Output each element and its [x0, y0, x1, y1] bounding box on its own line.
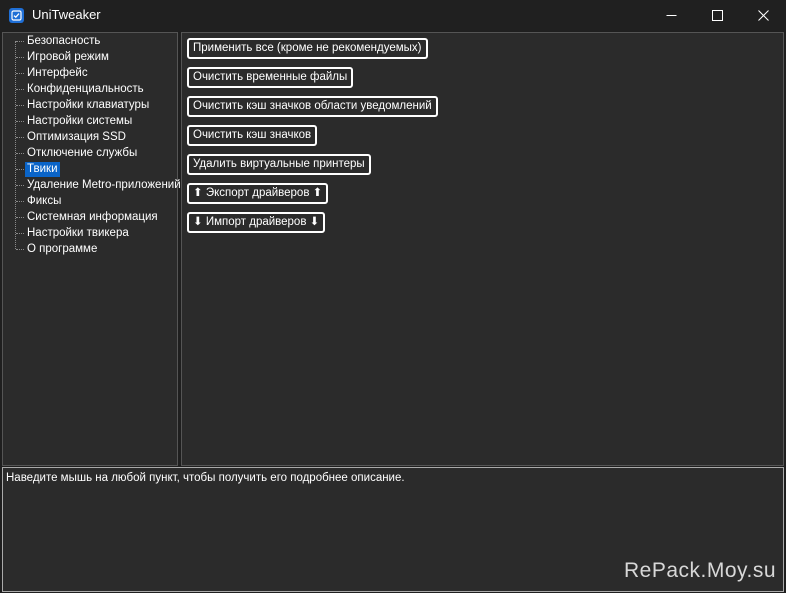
- sidebar-item-interface[interactable]: Интерфейс: [25, 66, 90, 81]
- maximize-button[interactable]: [694, 0, 740, 31]
- tree-branch: [16, 153, 24, 154]
- tree-branch: [16, 201, 24, 202]
- sidebar-item-about[interactable]: О программе: [25, 242, 99, 257]
- title-bar[interactable]: UniTweaker: [0, 0, 786, 31]
- tweaks-panel: Применить все (кроме не рекомендуемых) О…: [181, 32, 784, 466]
- watermark: RePack.Moy.su: [624, 559, 776, 582]
- sidebar-item-disable-services[interactable]: Отключение службы: [25, 146, 139, 161]
- sidebar-item-system-settings[interactable]: Настройки системы: [25, 114, 134, 129]
- checkbox-icon: [9, 8, 24, 23]
- remove-virtual-printers-button[interactable]: Удалить виртуальные принтеры: [187, 154, 371, 175]
- maximize-icon: [712, 10, 723, 21]
- tree-branch: [16, 57, 24, 58]
- tree-branch: [16, 73, 24, 74]
- sidebar-item-remove-metro-apps[interactable]: Удаление Metro-приложений: [25, 178, 183, 193]
- import-drivers-button[interactable]: ⬇ Импорт драйверов ⬇: [187, 212, 326, 233]
- clear-tray-icon-cache-button[interactable]: Очистить кэш значков области уведомлений: [187, 96, 438, 117]
- sidebar-item-game-mode[interactable]: Игровой режим: [25, 50, 111, 65]
- window-title: UniTweaker: [32, 7, 101, 22]
- minimize-button[interactable]: [648, 0, 694, 31]
- sidebar-item-privacy[interactable]: Конфиденциальность: [25, 82, 146, 97]
- tree-branch: [16, 41, 24, 42]
- tree-branch: [16, 233, 24, 234]
- tree-branch: [16, 249, 24, 250]
- sidebar-item-system-info[interactable]: Системная информация: [25, 210, 160, 225]
- clear-temp-files-button[interactable]: Очистить временные файлы: [187, 67, 354, 88]
- tree-branch: [16, 105, 24, 106]
- clear-icon-cache-button[interactable]: Очистить кэш значков: [187, 125, 318, 146]
- apply-all-button[interactable]: Применить все (кроме не рекомендуемых): [187, 38, 428, 59]
- close-icon: [758, 10, 769, 21]
- sidebar-item-tweaks[interactable]: Твики: [25, 162, 60, 177]
- tree-branch: [16, 185, 24, 186]
- sidebar-item-keyboard-settings[interactable]: Настройки клавиатуры: [25, 98, 151, 113]
- sidebar-item-fixes[interactable]: Фиксы: [25, 194, 63, 209]
- export-drivers-button[interactable]: ⬆ Экспорт драйверов ⬆: [187, 183, 329, 204]
- sidebar-item-tweaker-settings[interactable]: Настройки твикера: [25, 226, 131, 241]
- category-tree[interactable]: Безопасность Игровой режим Интерфейс Кон…: [2, 32, 181, 466]
- close-button[interactable]: [740, 0, 786, 31]
- tree-branch: [16, 217, 24, 218]
- description-text: Наведите мышь на любой пункт, чтобы полу…: [6, 472, 405, 484]
- minimize-icon: [666, 15, 677, 16]
- sidebar-item-security[interactable]: Безопасность: [25, 34, 102, 49]
- tree-branch: [16, 137, 24, 138]
- tree-branch: [16, 121, 24, 122]
- tree-branch: [16, 169, 24, 170]
- sidebar-item-ssd-optimization[interactable]: Оптимизация SSD: [25, 130, 128, 145]
- tree-branch: [16, 89, 24, 90]
